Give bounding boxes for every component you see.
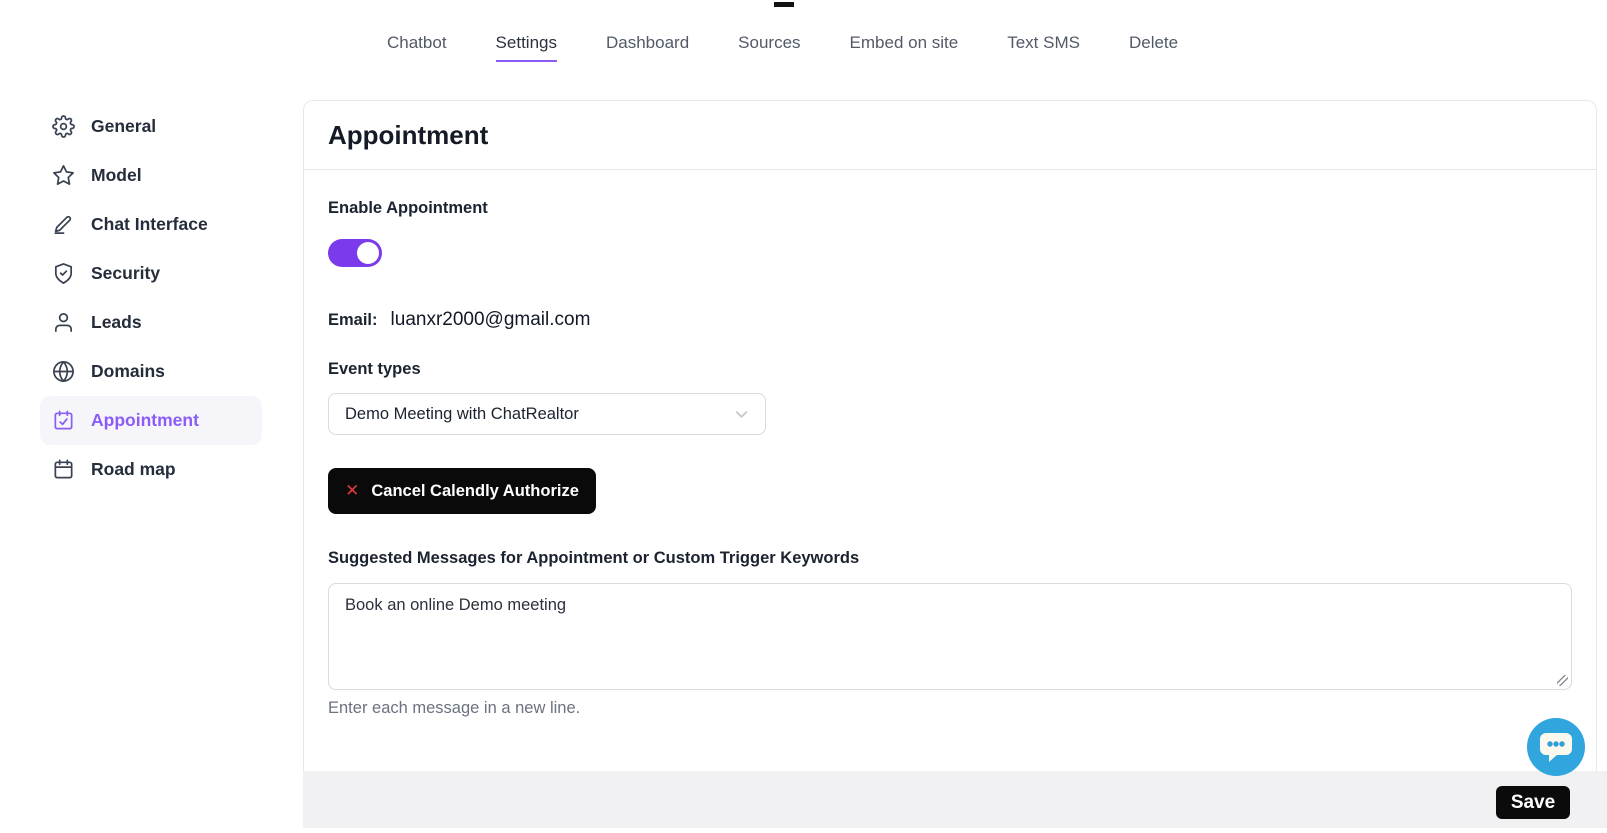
- shield-check-icon: [52, 262, 75, 285]
- tab-embed-on-site[interactable]: Embed on site: [850, 33, 959, 62]
- chat-widget-button[interactable]: [1527, 718, 1585, 776]
- cancel-calendly-authorize-button[interactable]: ✕ Cancel Calendly Authorize: [328, 468, 596, 514]
- panel-footer: Save: [303, 771, 1607, 828]
- calendar-icon: [52, 458, 75, 481]
- suggested-messages-field: Book an online Demo meeting: [328, 583, 1572, 690]
- email-label: Email:: [328, 311, 378, 330]
- tab-chatbot[interactable]: Chatbot: [387, 33, 447, 62]
- email-row: Email: luanxr2000@gmail.com: [328, 309, 1572, 331]
- x-icon: ✕: [345, 481, 359, 501]
- tab-settings[interactable]: Settings: [496, 33, 557, 62]
- settings-sidebar: General Model Chat Interface Security Le…: [40, 102, 262, 494]
- sidebar-item-appointment[interactable]: Appointment: [40, 396, 262, 445]
- sidebar-item-security[interactable]: Security: [40, 249, 262, 298]
- sidebar-item-label: Road map: [91, 459, 176, 480]
- save-button[interactable]: Save: [1496, 786, 1570, 819]
- toggle-knob: [357, 242, 379, 264]
- globe-icon: [52, 360, 75, 383]
- sidebar-item-label: Security: [91, 263, 160, 284]
- sidebar-item-label: Chat Interface: [91, 214, 208, 235]
- sidebar-item-label: Domains: [91, 361, 165, 382]
- suggested-messages-helper: Enter each message in a new line.: [328, 699, 1572, 718]
- cancel-calendly-authorize-label: Cancel Calendly Authorize: [371, 482, 579, 501]
- sidebar-item-general[interactable]: General: [40, 102, 262, 151]
- tab-delete[interactable]: Delete: [1129, 33, 1178, 62]
- suggested-messages-label: Suggested Messages for Appointment or Cu…: [328, 549, 1572, 568]
- enable-appointment-toggle[interactable]: [328, 239, 382, 267]
- enable-appointment-label: Enable Appointment: [328, 199, 1572, 218]
- sidebar-item-domains[interactable]: Domains: [40, 347, 262, 396]
- chevron-down-icon: [734, 407, 749, 422]
- window-dash: [774, 2, 794, 7]
- page-title: Appointment: [328, 120, 1572, 151]
- calendar-check-icon: [52, 409, 75, 432]
- sidebar-item-label: Model: [91, 165, 142, 186]
- appointment-settings-panel: Appointment Enable Appointment Email: lu…: [303, 100, 1597, 771]
- tab-sources[interactable]: Sources: [738, 33, 800, 62]
- sidebar-item-chat-interface[interactable]: Chat Interface: [40, 200, 262, 249]
- gear-icon: [52, 115, 75, 138]
- sidebar-item-label: Appointment: [91, 410, 199, 431]
- sidebar-item-road-map[interactable]: Road map: [40, 445, 262, 494]
- top-navigation: Chatbot Settings Dashboard Sources Embed…: [387, 33, 1178, 62]
- user-icon: [52, 311, 75, 334]
- event-types-selected-value: Demo Meeting with ChatRealtor: [345, 405, 579, 424]
- sidebar-item-model[interactable]: Model: [40, 151, 262, 200]
- event-types-select[interactable]: Demo Meeting with ChatRealtor: [328, 393, 766, 435]
- tab-text-sms[interactable]: Text SMS: [1007, 33, 1080, 62]
- panel-header: Appointment: [304, 101, 1596, 170]
- chat-bubble-icon: [1537, 729, 1575, 765]
- sidebar-item-label: General: [91, 116, 156, 137]
- sidebar-item-leads[interactable]: Leads: [40, 298, 262, 347]
- event-types-label: Event types: [328, 360, 1572, 379]
- star-icon: [52, 164, 75, 187]
- tab-dashboard[interactable]: Dashboard: [606, 33, 689, 62]
- pencil-icon: [52, 213, 75, 236]
- sidebar-item-label: Leads: [91, 312, 142, 333]
- email-value: luanxr2000@gmail.com: [391, 309, 591, 331]
- suggested-messages-textarea[interactable]: Book an online Demo meeting: [328, 583, 1572, 690]
